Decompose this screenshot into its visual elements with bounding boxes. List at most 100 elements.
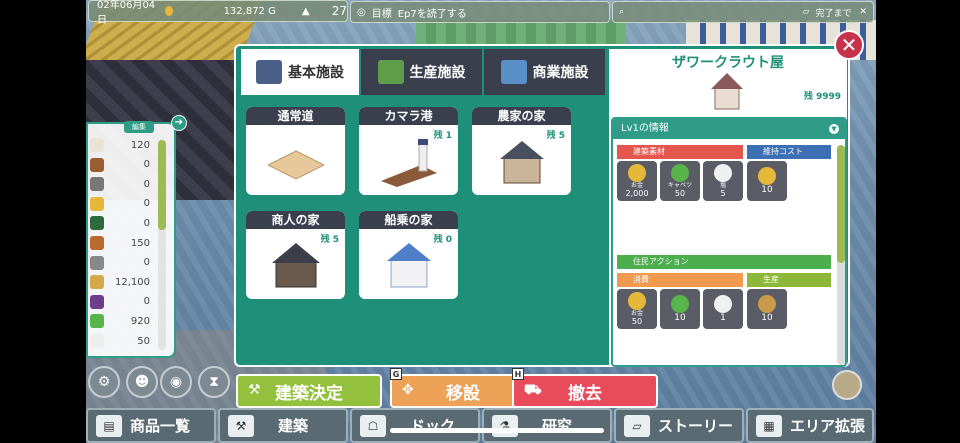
- info-header[interactable]: Lv1の情報 ▼: [613, 119, 845, 139]
- nav-label: 建築: [278, 417, 309, 435]
- inventory-value: 920: [130, 315, 150, 327]
- inventory-value: 12,100: [115, 276, 150, 288]
- resource-value: 1: [720, 313, 726, 323]
- bulldozer-icon: ⛟: [524, 382, 542, 398]
- hotkey-badge: H: [512, 368, 524, 380]
- card-merchant-house[interactable]: 商人の家 残 5: [246, 211, 345, 299]
- nav-item-story[interactable]: ▱ ストーリー: [614, 408, 744, 443]
- inventory-row: 920: [90, 312, 150, 330]
- detail-scrollbar[interactable]: [837, 145, 845, 365]
- cow-icon: [90, 138, 104, 152]
- cabbage-icon: [671, 295, 689, 313]
- flask-icon: ⚗: [492, 414, 518, 437]
- inventory-row: 0: [90, 254, 150, 272]
- resource-name: 塩: [719, 182, 726, 189]
- nav-item-products[interactable]: ▤ 商品一覧: [86, 408, 216, 443]
- book-icon: ▱: [624, 414, 650, 437]
- inventory-value: 50: [137, 335, 150, 347]
- inventory-value: 0: [143, 159, 150, 171]
- wheat-icon: [90, 275, 104, 290]
- close-icon[interactable]: ✕: [834, 30, 864, 60]
- inventory-value: 120: [130, 139, 150, 151]
- inventory-value: 0: [143, 257, 150, 269]
- confirm-build-button[interactable]: ⚒ 建築決定: [236, 374, 382, 408]
- arrow-right-icon[interactable]: ➔: [171, 115, 187, 131]
- hourglass-icon[interactable]: ⧗: [198, 366, 230, 398]
- tab-commerce[interactable]: 商業施設: [484, 49, 605, 95]
- inventory-scrollbar[interactable]: [158, 140, 166, 350]
- resource-slot: キャベツ 50: [660, 161, 700, 201]
- card-port[interactable]: カマラ港 残 1: [359, 107, 458, 195]
- leaf-icon: [90, 216, 104, 231]
- tab-production[interactable]: 生産施設: [361, 49, 482, 95]
- building-name: ザワークラウト屋: [672, 55, 784, 71]
- inventory-row: 0: [90, 214, 150, 232]
- tools-icon: [90, 177, 104, 192]
- produce-label: 生産: [747, 273, 831, 287]
- resource-slot: 10: [660, 289, 700, 329]
- search-bar[interactable]: ⌕ ▱ 完了まで ✕: [612, 1, 874, 23]
- card-sailor-house[interactable]: 船乗の家 残 0: [359, 211, 458, 299]
- salt-icon: [714, 295, 732, 313]
- resource-slot: 10: [747, 289, 787, 329]
- robot-icon: ☖: [360, 414, 386, 437]
- left-letterbox: [0, 0, 86, 443]
- button-label: 移設: [446, 383, 480, 404]
- card-farmhouse[interactable]: 農家の家 残 5: [472, 107, 571, 195]
- people-icon[interactable]: ☻: [126, 366, 158, 398]
- nav-label: エリア拡張: [790, 417, 866, 435]
- card-road[interactable]: 通常道: [246, 107, 345, 195]
- inventory-row: 12,100: [90, 273, 150, 291]
- chevron-down-icon[interactable]: ▼: [829, 124, 839, 134]
- sauerkraut-shop-image: [709, 71, 745, 111]
- sauerkraut-icon: [758, 295, 776, 313]
- coin-icon: [628, 164, 646, 182]
- resource-slot: 1: [703, 289, 743, 329]
- settings-icon[interactable]: ⚙: [88, 366, 120, 398]
- tab-label: 基本施設: [288, 65, 344, 81]
- nav-item-research[interactable]: ⚗ 研究: [482, 408, 612, 443]
- tab-label: 商業施設: [532, 65, 589, 81]
- level-info: Lv1の情報 ▼ 建築素材 維持コスト お金 2,000 キャベツ 50 塩 5 10 住民…: [611, 117, 847, 367]
- card-title: カマラ港: [359, 107, 458, 125]
- goal-text: Ep7を読了する: [397, 8, 467, 20]
- avatar[interactable]: [832, 370, 862, 400]
- nav-item-build[interactable]: ⚒ 建築: [218, 408, 348, 443]
- detail-scroll-thumb[interactable]: [837, 145, 845, 263]
- materials-label: 建築素材: [617, 145, 743, 159]
- shop-icon: [500, 60, 527, 84]
- inventory-value: 0: [143, 178, 150, 190]
- card-title: 船乗の家: [359, 211, 458, 229]
- goal-label: 目標: [371, 8, 392, 20]
- map-icon: ▦: [756, 414, 782, 437]
- remove-button[interactable]: H ⛟ 撤去: [512, 368, 658, 408]
- build-panel: 基本施設 生産施設 商業施設 通常道 カマラ港 残 1 農家の家 残 5 商人の…: [234, 44, 850, 367]
- target-icon: ◎: [357, 6, 366, 18]
- card-title: 通常道: [246, 107, 345, 125]
- resource-value: 5: [720, 189, 726, 198]
- inventory-value: 0: [143, 198, 150, 210]
- nav-item-expand-area[interactable]: ▦ エリア拡張: [746, 408, 874, 443]
- consume-label: 消費: [617, 273, 743, 287]
- resource-name: お金: [630, 182, 643, 189]
- field-icon: [377, 60, 404, 84]
- resource-slot: 10: [747, 161, 787, 201]
- search-icon: ⌕: [619, 7, 625, 17]
- building-stock: 残 9999: [803, 92, 841, 102]
- merchant-house-image: [268, 241, 324, 291]
- resource-value: 50: [674, 189, 686, 198]
- inventory-scroll-thumb[interactable]: [158, 140, 166, 230]
- tab-basic[interactable]: 基本施設: [241, 49, 359, 95]
- edit-tag[interactable]: 編集: [124, 121, 154, 133]
- tab-label: 生産施設: [409, 65, 466, 81]
- close-small-icon[interactable]: ✕: [859, 7, 867, 17]
- nav-label: ストーリー: [658, 417, 734, 435]
- nav-item-dock[interactable]: ☖ ドック: [350, 408, 480, 443]
- inventory-row: 120: [90, 136, 150, 154]
- hammer-icon: ⚒: [228, 414, 254, 437]
- nav-label: 商品一覧: [130, 417, 191, 435]
- sailor-house-image: [381, 241, 437, 291]
- eye-icon[interactable]: ◉: [160, 366, 192, 398]
- stone-icon: [90, 255, 104, 270]
- goal-bar[interactable]: ◎ 目標 Ep7を読了する: [350, 1, 610, 23]
